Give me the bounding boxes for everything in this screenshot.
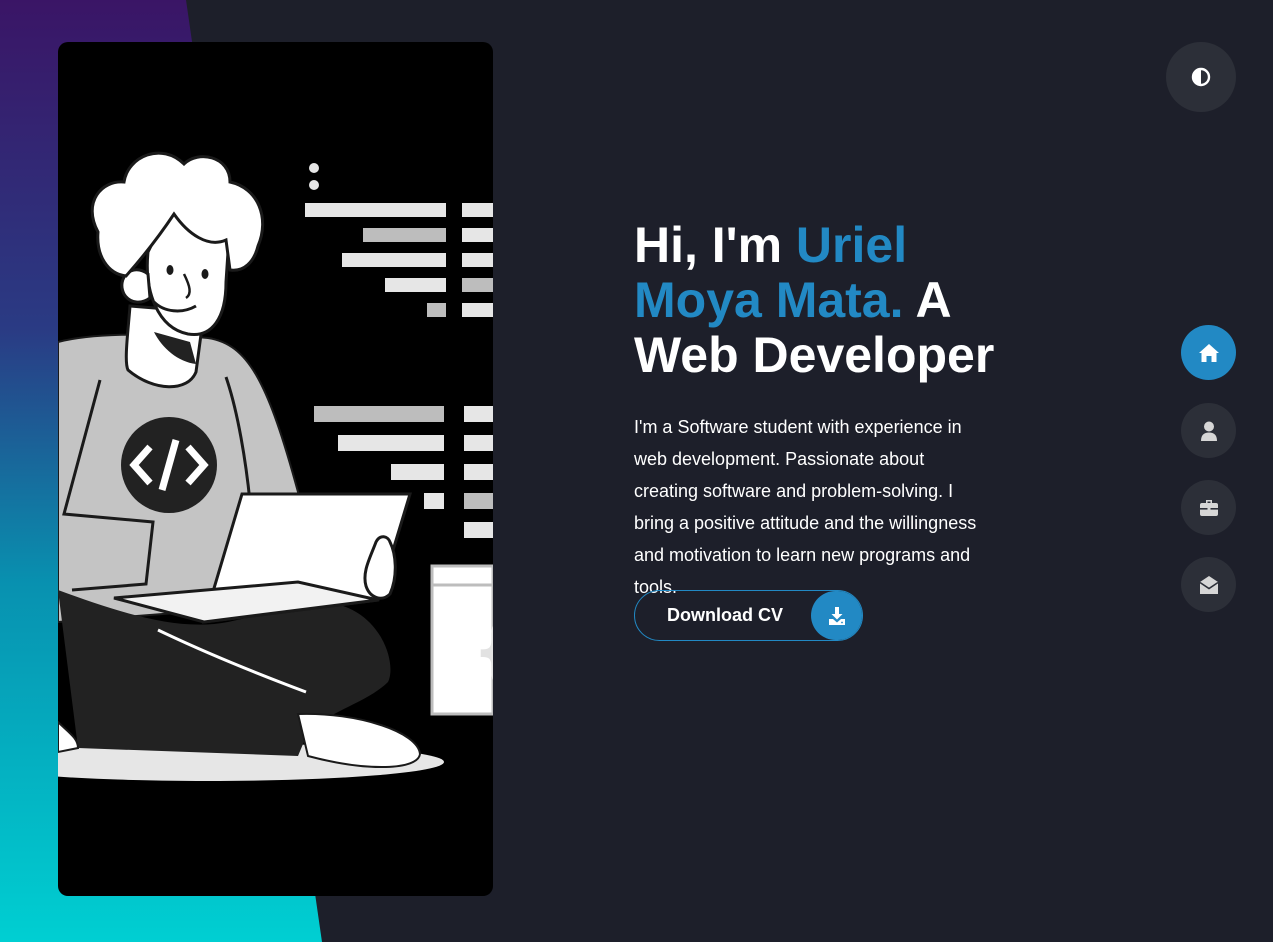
- envelope-open-icon: [1199, 575, 1218, 594]
- download-cv-label: Download CV: [667, 605, 783, 625]
- theme-toggle-button[interactable]: [1166, 42, 1236, 112]
- greeting-text: Hi, I'm: [634, 217, 796, 273]
- download-icon: [811, 591, 862, 640]
- download-cv-button[interactable]: Download CV: [634, 590, 863, 641]
- home-icon: [1198, 343, 1219, 362]
- hero-illustration: {: [58, 42, 493, 896]
- nav-contact-button[interactable]: [1181, 557, 1236, 612]
- nav-home-button[interactable]: [1181, 325, 1236, 380]
- contrast-icon: [1191, 67, 1211, 87]
- user-icon: [1200, 421, 1217, 441]
- portfolio-page: {: [0, 0, 1273, 942]
- nav-about-button[interactable]: [1181, 403, 1236, 458]
- intro-section: Hi, I'm Uriel Moya Mata. A Web Developer…: [634, 218, 1014, 603]
- svg-text:{: {: [472, 609, 493, 691]
- developer-illustration: {: [58, 151, 493, 781]
- hero-heading: Hi, I'm Uriel Moya Mata. A Web Developer: [634, 218, 1014, 383]
- hero-description: I'm a Software student with experience i…: [634, 417, 977, 597]
- briefcase-icon: [1199, 499, 1218, 516]
- nav-portfolio-button[interactable]: [1181, 480, 1236, 535]
